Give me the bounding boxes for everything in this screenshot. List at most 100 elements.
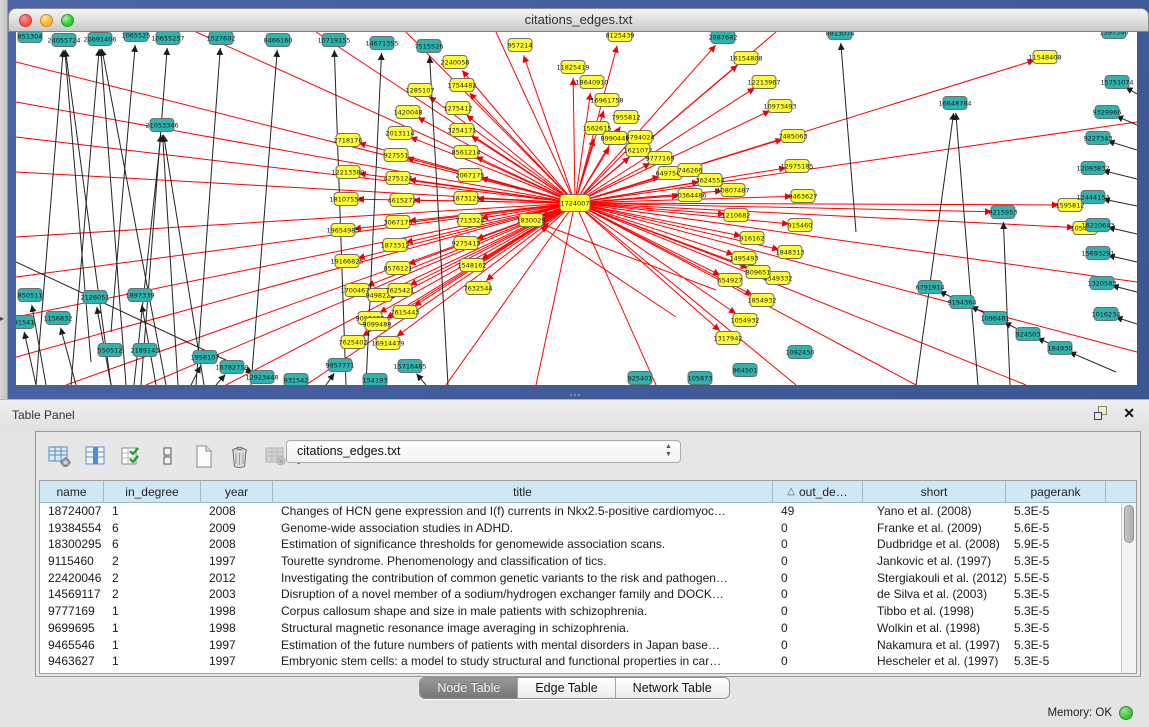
table-cell[interactable]: 1998 — [201, 603, 273, 620]
show-hide-columns-icon[interactable] — [82, 443, 109, 470]
table-cell[interactable]: Stergiakouli et al. (2012) — [863, 570, 1006, 587]
table-cell[interactable]: 9115460 — [40, 553, 104, 570]
table-cell[interactable]: 0 — [773, 536, 863, 553]
table-cell[interactable]: Tibbo et al. (1998) — [863, 603, 1006, 620]
table-cell[interactable]: de Silva et al. (2003) — [863, 586, 1006, 603]
column-header-out-degree[interactable]: △out_de… — [773, 481, 863, 502]
table-cell[interactable]: 5.3E-5 — [1006, 603, 1106, 620]
table-cell[interactable]: 2008 — [201, 503, 273, 520]
table-cell[interactable]: 1 — [104, 637, 201, 654]
table-cell[interactable]: 2008 — [201, 536, 273, 553]
column-header-in-degree[interactable]: in_degree — [104, 481, 201, 502]
table-cell[interactable]: Structural magnetic resonance image aver… — [273, 620, 773, 637]
table-cell[interactable]: 5.3E-5 — [1006, 586, 1106, 603]
column-header-year[interactable]: year — [201, 481, 273, 502]
table-cell[interactable]: 9699695 — [40, 620, 104, 637]
minimize-window-icon[interactable] — [40, 14, 53, 27]
tab-edge-table[interactable]: Edge Table — [518, 678, 615, 698]
vertical-scrollbar[interactable] — [1121, 503, 1136, 673]
table-row[interactable]: 969969511998Structural magnetic resonanc… — [40, 620, 1121, 637]
column-header-short[interactable]: short — [863, 481, 1006, 502]
column-header-pagerank[interactable]: pagerank — [1006, 481, 1106, 502]
table-cell[interactable]: 1 — [104, 503, 201, 520]
delete-trash-icon[interactable] — [226, 443, 253, 470]
table-cell[interactable]: Estimation of significance thresholds fo… — [273, 536, 773, 553]
table-cell[interactable]: 22420046 — [40, 570, 104, 587]
table-cell[interactable]: 18300295 — [40, 536, 104, 553]
table-row[interactable]: 1938455462009Genome-wide association stu… — [40, 520, 1121, 537]
table-cell[interactable]: Corpus callosum shape and size in male p… — [273, 603, 773, 620]
table-cell[interactable]: 5.9E-5 — [1006, 536, 1106, 553]
table-cell[interactable]: 0 — [773, 620, 863, 637]
collapsed-panel-strip[interactable]: ▸ — [0, 0, 8, 399]
table-cell[interactable]: Changes of HCN gene expression and I(f) … — [273, 503, 773, 520]
table-cell[interactable]: 14569117 — [40, 586, 104, 603]
table-row[interactable]: 1872400712008Changes of HCN gene express… — [40, 503, 1121, 520]
table-cell[interactable]: 2009 — [201, 520, 273, 537]
table-cell[interactable]: 19384554 — [40, 520, 104, 537]
zoom-window-icon[interactable] — [61, 14, 74, 27]
table-cell[interactable]: 0 — [773, 586, 863, 603]
table-cell[interactable]: 1997 — [201, 637, 273, 654]
table-cell[interactable]: Genome-wide association studies in ADHD. — [273, 520, 773, 537]
table-cell[interactable]: 2 — [104, 553, 201, 570]
table-cell[interactable]: 6 — [104, 536, 201, 553]
table-cell[interactable]: Embryonic stem cells: a model to study s… — [273, 653, 773, 670]
row-height-icon[interactable] — [154, 443, 181, 470]
table-cell[interactable]: 2 — [104, 586, 201, 603]
table-cell[interactable]: 9777169 — [40, 603, 104, 620]
table-cell[interactable]: 0 — [773, 520, 863, 537]
table-cell[interactable]: Wolkin et al. (1998) — [863, 620, 1006, 637]
table-cell[interactable]: Disruption of a novel member of a sodium… — [273, 586, 773, 603]
table-cell[interactable]: 0 — [773, 570, 863, 587]
network-canvas[interactable]: 1724007271817612213389181075531965498519… — [16, 32, 1137, 385]
table-cell[interactable]: 6 — [104, 520, 201, 537]
table-cell[interactable]: 1 — [104, 620, 201, 637]
expand-arrow-icon[interactable]: ▸ — [0, 314, 4, 323]
table-cell[interactable]: 18724007 — [40, 503, 104, 520]
table-cell[interactable]: 0 — [773, 653, 863, 670]
table-cell[interactable]: 1 — [104, 653, 201, 670]
table-cell[interactable]: 5.3E-5 — [1006, 653, 1106, 670]
table-row[interactable]: 946362711997Embryonic stem cells: a mode… — [40, 653, 1121, 670]
table-cell[interactable]: 9465546 — [40, 637, 104, 654]
table-select-dropdown[interactable]: citations_edges.txt ▲ ▼ — [286, 440, 681, 463]
table-cell[interactable]: 9463627 — [40, 653, 104, 670]
table-cell[interactable]: Hescheler et al. (1997) — [863, 653, 1006, 670]
tab-network-table[interactable]: Network Table — [616, 678, 729, 698]
table-cell[interactable]: Franke et al. (2009) — [863, 520, 1006, 537]
table-cell[interactable]: 2 — [104, 570, 201, 587]
table-cell[interactable]: Estimation of the future numbers of pati… — [273, 637, 773, 654]
table-row[interactable]: 1830029562008Estimation of significance … — [40, 536, 1121, 553]
table-options-icon[interactable] — [46, 443, 73, 470]
network-window-titlebar[interactable]: citations_edges.txt — [8, 8, 1149, 32]
table-cell[interactable]: 0 — [773, 637, 863, 654]
table-row[interactable]: 911546021997Tourette syndrome. Phenomeno… — [40, 553, 1121, 570]
table-cell[interactable]: Nakamura et al. (1997) — [863, 637, 1006, 654]
table-cell[interactable]: 5.3E-5 — [1006, 620, 1106, 637]
table-cell[interactable]: 0 — [773, 553, 863, 570]
table-cell[interactable]: Investigating the contribution of common… — [273, 570, 773, 587]
table-cell[interactable]: 5.3E-5 — [1006, 553, 1106, 570]
table-cell[interactable]: Jankovic et al. (1997) — [863, 553, 1006, 570]
table-cell[interactable]: 0 — [773, 603, 863, 620]
table-cell[interactable]: 2003 — [201, 586, 273, 603]
table-cell[interactable]: Yano et al. (2008) — [863, 503, 1006, 520]
tab-node-table[interactable]: Node Table — [420, 678, 518, 698]
table-cell[interactable]: 1997 — [201, 653, 273, 670]
float-panel-icon[interactable] — [1094, 406, 1109, 421]
table-cell[interactable]: 5.3E-5 — [1006, 637, 1106, 654]
create-table-icon[interactable] — [190, 443, 217, 470]
table-cell[interactable]: 5.5E-5 — [1006, 570, 1106, 587]
table-cell[interactable]: 2012 — [201, 570, 273, 587]
table-cell[interactable]: Tourette syndrome. Phenomenology and cla… — [273, 553, 773, 570]
column-header-name[interactable]: name — [40, 481, 104, 502]
close-window-icon[interactable] — [19, 14, 32, 27]
scrollbar-thumb[interactable] — [1124, 505, 1134, 543]
table-cell[interactable]: 5.3E-5 — [1006, 503, 1106, 520]
column-header-title[interactable]: title — [273, 481, 773, 502]
table-cell[interactable]: 1998 — [201, 620, 273, 637]
table-row[interactable]: 946554611997Estimation of the future num… — [40, 637, 1121, 654]
select-columns-icon[interactable] — [118, 443, 145, 470]
table-cell[interactable]: 1997 — [201, 553, 273, 570]
